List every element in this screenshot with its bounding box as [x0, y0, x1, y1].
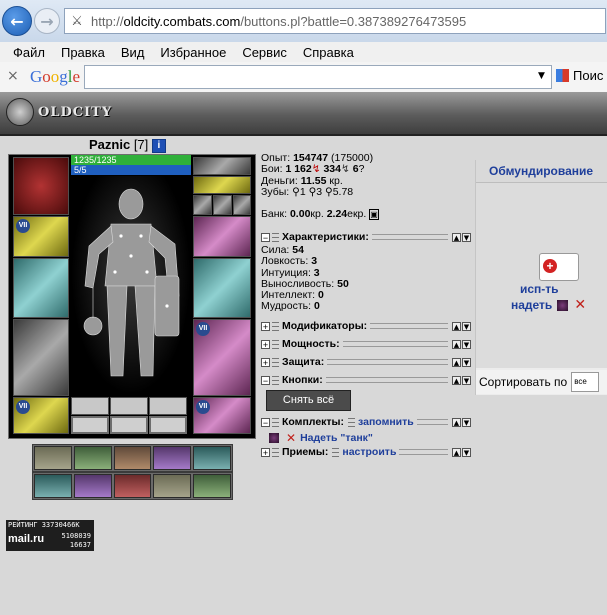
section-protection[interactable]: + Защита: ▲ ▼: [261, 356, 471, 368]
unequip-all-button[interactable]: Снять всё: [266, 390, 351, 411]
page-icon: ⚔: [71, 13, 83, 29]
delete-icon[interactable]: ✕: [286, 431, 296, 445]
belt-slot[interactable]: VII: [13, 397, 69, 434]
section-techniques[interactable]: + Приемы: настроить ▲ ▼: [261, 446, 471, 458]
empty-slot[interactable]: [110, 416, 148, 434]
tier-badge: VII: [16, 400, 30, 414]
menu-view[interactable]: Вид: [121, 45, 145, 60]
equipment-panel: Обмундирование + исп-ть надеть ✕ Сортиро…: [475, 160, 607, 395]
empty-slot[interactable]: [149, 416, 187, 434]
empty-slot[interactable]: [149, 397, 187, 415]
address-bar: ← → ⚔ http://oldcity.combats.com/buttons…: [0, 0, 607, 42]
menu-file[interactable]: Файл: [13, 45, 45, 60]
character-figure[interactable]: [71, 176, 191, 395]
configure-techniques-link[interactable]: настроить: [342, 446, 396, 458]
menu-edit[interactable]: Правка: [61, 45, 105, 60]
empty-slot[interactable]: [71, 416, 109, 434]
mana-bar: 5/5: [71, 165, 191, 175]
section-characteristics[interactable]: − Характеристики: ▲ ▼: [261, 231, 471, 243]
effect-icon[interactable]: [73, 474, 112, 498]
google-toolbar: × Google ▼ Поис: [0, 62, 607, 93]
effect-icon[interactable]: [153, 474, 192, 498]
helmet-icon[interactable]: [557, 299, 569, 311]
sort-select[interactable]: все: [571, 372, 600, 392]
effect-icon[interactable]: [34, 474, 72, 498]
tier-badge: VII: [16, 219, 30, 233]
menu-favorites[interactable]: Избранное: [160, 45, 226, 60]
amulet-slot[interactable]: [193, 176, 251, 194]
ring-slot[interactable]: [193, 195, 212, 215]
use-link[interactable]: исп-ть: [520, 282, 559, 296]
tier-badge: VII: [196, 322, 210, 336]
menu-tools[interactable]: Сервис: [242, 45, 287, 60]
shield-slot[interactable]: [193, 258, 251, 318]
close-icon[interactable]: ×: [7, 68, 19, 84]
section-modifiers[interactable]: + Модификаторы: ▲ ▼: [261, 320, 471, 332]
equipment-body: + исп-ть надеть ✕: [476, 183, 607, 368]
effect-icon[interactable]: [73, 446, 112, 470]
info-icon[interactable]: i: [151, 138, 166, 153]
bank-line: Банк: 0.00кр. 2.24екр. ▣: [261, 208, 379, 221]
effects-row-1: [32, 444, 233, 472]
set-item: ✕ Надеть "танк": [269, 431, 373, 445]
attributes-list: Сила: 54 Ловкость: 3 Интуиция: 3 Выносли…: [261, 244, 471, 313]
weapon-slot[interactable]: [13, 258, 69, 318]
teeth-line: Зубы: ⚲1 ⚲3 ⚲5.78: [261, 185, 354, 198]
effect-icon[interactable]: [153, 446, 192, 470]
wear-row: надеть ✕: [511, 297, 586, 313]
emblem-icon: [6, 98, 34, 126]
earring-slot[interactable]: [193, 157, 251, 175]
back-button[interactable]: ←: [2, 6, 32, 36]
effects-row-2: [32, 472, 233, 500]
effect-icon[interactable]: [113, 474, 152, 498]
section-sets[interactable]: − Комплекты: запомнить ▲ ▼: [261, 416, 471, 428]
url-text: http://oldcity.combats.com/buttons.pl?ba…: [91, 13, 467, 29]
effect-icon[interactable]: [113, 446, 152, 470]
rating-counter[interactable]: РЕЙТИНГ 33730466К mail.ru 5108039 16637: [6, 520, 94, 551]
section-power[interactable]: + Мощность: ▲ ▼: [261, 338, 471, 350]
remember-set-link[interactable]: запомнить: [358, 416, 414, 428]
effect-icon[interactable]: [193, 474, 231, 498]
game-header: OLDCITY: [0, 92, 607, 136]
section-buttons[interactable]: − Кнопки: ▲ ▼: [261, 374, 471, 386]
menu-help[interactable]: Справка: [303, 45, 354, 60]
empty-slot[interactable]: [110, 397, 148, 415]
empty-slot[interactable]: [71, 397, 109, 415]
google-search-input[interactable]: [84, 65, 552, 89]
scroll-icon[interactable]: +: [539, 253, 579, 281]
chevron-down-icon[interactable]: ▼: [538, 71, 545, 81]
equipment-title[interactable]: Обмундирование: [476, 160, 607, 183]
forward-button[interactable]: →: [34, 8, 60, 34]
google-search-button[interactable]: Поис: [556, 68, 603, 83]
sort-row: Сортировать по все: [476, 370, 607, 394]
armor-slot[interactable]: [13, 319, 69, 396]
stats-panel: Опыт: 154747 (175000) Бои: 1 162↯ 334↯ 6…: [261, 152, 471, 221]
wear-link[interactable]: надеть: [511, 298, 552, 312]
effect-icon[interactable]: [34, 446, 72, 470]
hp-bar: 1235/1235: [71, 155, 191, 165]
gloves-slot[interactable]: [193, 216, 251, 257]
game-logo: OLDCITY: [6, 98, 112, 126]
effect-icon[interactable]: [193, 446, 231, 470]
helmet-slot[interactable]: [13, 157, 69, 215]
menu-bar: Файл Правка Вид Избранное Сервис Справка: [0, 42, 607, 62]
boots-slot[interactable]: VII: [193, 397, 251, 434]
ring-slot[interactable]: [233, 195, 251, 215]
search-icon: [556, 69, 569, 82]
character-name: Paznic [7] i: [89, 137, 166, 153]
google-logo: Google: [30, 67, 81, 86]
bracers-slot[interactable]: VII: [13, 216, 69, 257]
delete-icon[interactable]: ✕: [574, 297, 586, 313]
attr-wisdom: Мудрость: 0: [261, 300, 320, 313]
legs-slot[interactable]: VII: [193, 319, 251, 396]
ring-slot[interactable]: [213, 195, 232, 215]
url-field[interactable]: ⚔ http://oldcity.combats.com/buttons.pl?…: [64, 8, 606, 34]
tier-badge: VII: [196, 400, 210, 414]
helmet-icon[interactable]: [269, 433, 279, 443]
wear-set-link[interactable]: Надеть "танк": [300, 432, 373, 444]
